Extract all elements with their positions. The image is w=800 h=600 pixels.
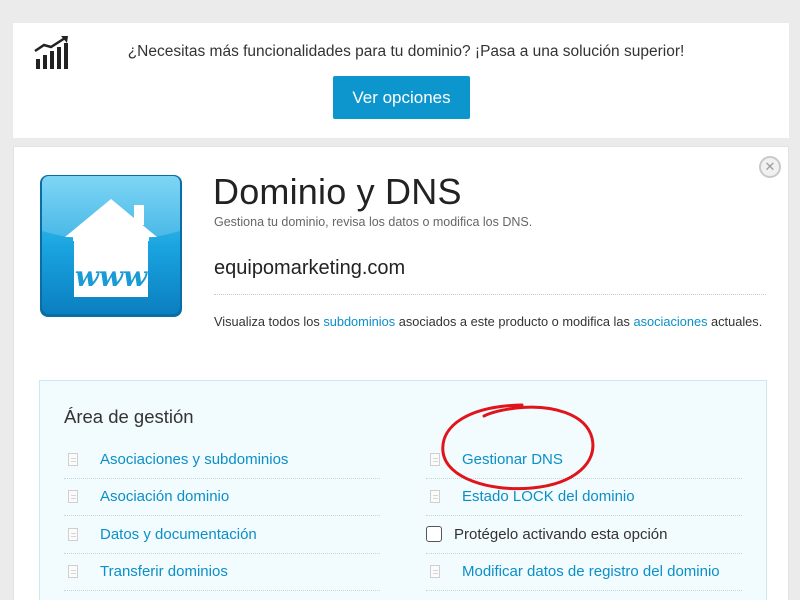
protect-checkbox[interactable] — [426, 526, 442, 543]
management-title: Área de gestión — [64, 406, 194, 427]
document-icon — [68, 565, 78, 579]
divider — [214, 294, 766, 295]
document-icon — [68, 452, 78, 466]
document-icon — [68, 527, 78, 541]
associations-subdomains-link[interactable]: Asociaciones y subdominios — [100, 451, 288, 468]
manage-dns-link[interactable]: Gestionar DNS — [462, 451, 563, 468]
domain-name: equipomarketing.com — [214, 257, 406, 279]
close-icon[interactable]: ✕ — [759, 156, 781, 178]
list-item: Asociaciones y subdominios — [64, 441, 380, 479]
subdomains-link[interactable]: subdominios — [323, 314, 395, 329]
house-www-icon: www — [40, 175, 182, 317]
transfer-domains-link[interactable]: Transferir dominios — [100, 563, 228, 580]
document-icon — [430, 565, 440, 579]
view-options-button[interactable]: Ver opciones — [333, 76, 470, 119]
list-item: Datos y documentación — [64, 516, 380, 554]
management-left-column: Asociaciones y subdominios Asociación do… — [64, 441, 380, 591]
lock-status-link[interactable]: Estado LOCK del dominio — [462, 488, 635, 505]
svg-text:www: www — [75, 260, 148, 293]
document-icon — [68, 490, 78, 504]
info-text-start: Visualiza todos los — [214, 314, 324, 329]
domain-dns-panel: ✕ www Dominio y DNS Gestiona tu dominio,… — [13, 146, 789, 600]
page-subtitle: Gestiona tu dominio, revisa los datos o … — [214, 215, 533, 229]
management-right-column: Gestionar DNS Estado LOCK del dominio Pr… — [426, 441, 742, 591]
list-item: Protégelo activando esta opción — [426, 516, 742, 554]
info-text-end: actuales. — [707, 314, 763, 329]
associations-info: Visualiza todos los subdominios asociado… — [214, 311, 766, 333]
upgrade-message: ¿Necesitas más funcionalidades para tu d… — [127, 43, 685, 60]
associations-link[interactable]: asociaciones — [633, 314, 707, 329]
modify-registration-link[interactable]: Modificar datos de registro del dominio — [462, 563, 720, 580]
list-item: Estado LOCK del dominio — [426, 479, 742, 516]
list-item: Transferir dominios — [64, 554, 380, 591]
upgrade-banner: ¿Necesitas más funcionalidades para tu d… — [13, 23, 789, 138]
management-area: Área de gestión Asociaciones y subdomini… — [39, 380, 767, 600]
document-icon — [430, 452, 440, 466]
data-documentation-link[interactable]: Datos y documentación — [100, 526, 257, 543]
page-title: Dominio y DNS — [213, 171, 462, 212]
domain-association-link[interactable]: Asociación dominio — [100, 488, 229, 505]
info-text-middle: asociados a este producto o modifica las — [395, 314, 634, 329]
document-icon — [430, 490, 440, 504]
protect-option-label: Protégelo activando esta opción — [454, 525, 668, 543]
list-item: Gestionar DNS — [426, 441, 742, 479]
list-item: Asociación dominio — [64, 479, 380, 516]
list-item: Modificar datos de registro del dominio — [426, 554, 742, 591]
